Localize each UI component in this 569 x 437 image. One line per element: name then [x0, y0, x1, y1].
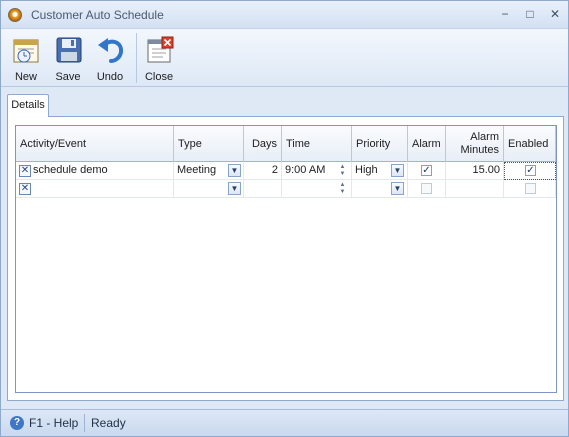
- details-panel: Activity/Event Type Days Time Priority A…: [7, 116, 564, 401]
- title-bar[interactable]: Customer Auto Schedule − □ ✕: [1, 1, 568, 29]
- customer-auto-schedule-window: Customer Auto Schedule − □ ✕ New Save Un…: [0, 0, 569, 437]
- priority-dropdown-icon[interactable]: ▼: [391, 164, 404, 177]
- type-cell[interactable]: Meeting ▼: [174, 162, 244, 180]
- column-header-days[interactable]: Days: [244, 126, 282, 162]
- maximize-button[interactable]: □: [521, 6, 539, 22]
- type-cell[interactable]: ▼: [174, 180, 244, 198]
- column-header-alarm-minutes[interactable]: Alarm Minutes: [446, 126, 504, 162]
- priority-value: High: [355, 164, 378, 176]
- activity-cell[interactable]: ✕: [16, 180, 174, 198]
- minimize-button[interactable]: −: [496, 6, 514, 22]
- type-value: Meeting: [177, 164, 217, 176]
- alarm-minutes-cell[interactable]: 15.00: [446, 162, 504, 180]
- time-spinner-icon[interactable]: ▲ ▼: [337, 182, 348, 196]
- toolbar-separator: [136, 33, 137, 83]
- help-icon[interactable]: ?: [10, 416, 24, 430]
- column-header-alarm[interactable]: Alarm: [408, 126, 446, 162]
- time-cell[interactable]: 9:00 AM ▲ ▼: [282, 162, 352, 180]
- status-text: Ready: [91, 416, 126, 430]
- enabled-cell[interactable]: ✓: [504, 162, 556, 180]
- enabled-cell[interactable]: [504, 180, 556, 198]
- type-dropdown-icon[interactable]: ▼: [228, 164, 241, 177]
- new-button[interactable]: New: [6, 31, 46, 85]
- window-title: Customer Auto Schedule: [31, 8, 164, 22]
- alarm-minutes-header-line1: Alarm: [470, 131, 499, 143]
- save-label: Save: [55, 71, 81, 83]
- table-row[interactable]: ✕ schedule demo Meeting ▼ 2 9:00 AM ▲ ▼ H…: [16, 162, 556, 180]
- days-cell[interactable]: [244, 180, 282, 198]
- app-icon: [8, 8, 22, 22]
- close-toolbar-button[interactable]: Close: [139, 31, 179, 85]
- alarm-minutes-header-label: Alarm Minutes: [460, 131, 499, 157]
- delete-row-icon[interactable]: ✕: [19, 165, 31, 177]
- save-button[interactable]: Save: [48, 31, 88, 85]
- time-spinner-icon[interactable]: ▲ ▼: [337, 164, 348, 178]
- toolbar: New Save Undo Close: [1, 29, 568, 87]
- close-button[interactable]: ✕: [546, 6, 564, 22]
- tab-strip: Details: [7, 94, 562, 117]
- undo-arrow-icon: [98, 38, 123, 63]
- tab-details[interactable]: Details: [7, 94, 49, 117]
- priority-cell[interactable]: High ▼: [352, 162, 408, 180]
- undo-label: Undo: [96, 71, 124, 83]
- activity-value: schedule demo: [33, 164, 108, 176]
- days-cell[interactable]: 2: [244, 162, 282, 180]
- alarm-checkbox[interactable]: ✓: [421, 165, 432, 176]
- close-window-icon: [147, 36, 174, 63]
- delete-row-icon[interactable]: ✕: [19, 183, 31, 195]
- enabled-checkbox[interactable]: ✓: [525, 165, 536, 176]
- schedule-grid: Activity/Event Type Days Time Priority A…: [15, 125, 557, 393]
- help-shortcut-text[interactable]: F1 - Help: [29, 416, 78, 430]
- priority-dropdown-icon[interactable]: ▼: [391, 182, 404, 195]
- alarm-cell[interactable]: ✓: [408, 162, 446, 180]
- table-row[interactable]: ✕ ▼ ▲ ▼ ▼: [16, 180, 556, 198]
- alarm-minutes-cell[interactable]: [446, 180, 504, 198]
- activity-cell[interactable]: ✕ schedule demo: [16, 162, 174, 180]
- column-header-enabled[interactable]: Enabled: [504, 126, 556, 162]
- alarm-checkbox[interactable]: [421, 183, 432, 194]
- alarm-cell[interactable]: [408, 180, 446, 198]
- priority-cell[interactable]: ▼: [352, 180, 408, 198]
- column-header-priority[interactable]: Priority: [352, 126, 408, 162]
- grid-header: Activity/Event Type Days Time Priority A…: [16, 126, 556, 162]
- status-separator: [84, 414, 85, 432]
- undo-button[interactable]: Undo: [90, 31, 130, 85]
- floppy-disk-icon: [56, 37, 82, 63]
- time-cell[interactable]: ▲ ▼: [282, 180, 352, 198]
- status-bar: ? F1 - Help Ready: [1, 409, 568, 436]
- column-header-activity[interactable]: Activity/Event: [16, 126, 174, 162]
- column-header-time[interactable]: Time: [282, 126, 352, 162]
- new-label: New: [14, 71, 37, 83]
- new-schedule-icon: [13, 39, 39, 63]
- close-label: Close: [144, 71, 174, 83]
- column-header-type[interactable]: Type: [174, 126, 244, 162]
- type-dropdown-icon[interactable]: ▼: [228, 182, 241, 195]
- time-value: 9:00 AM: [285, 164, 326, 176]
- alarm-minutes-header-line2: Minutes: [460, 144, 499, 156]
- enabled-checkbox[interactable]: [525, 183, 536, 194]
